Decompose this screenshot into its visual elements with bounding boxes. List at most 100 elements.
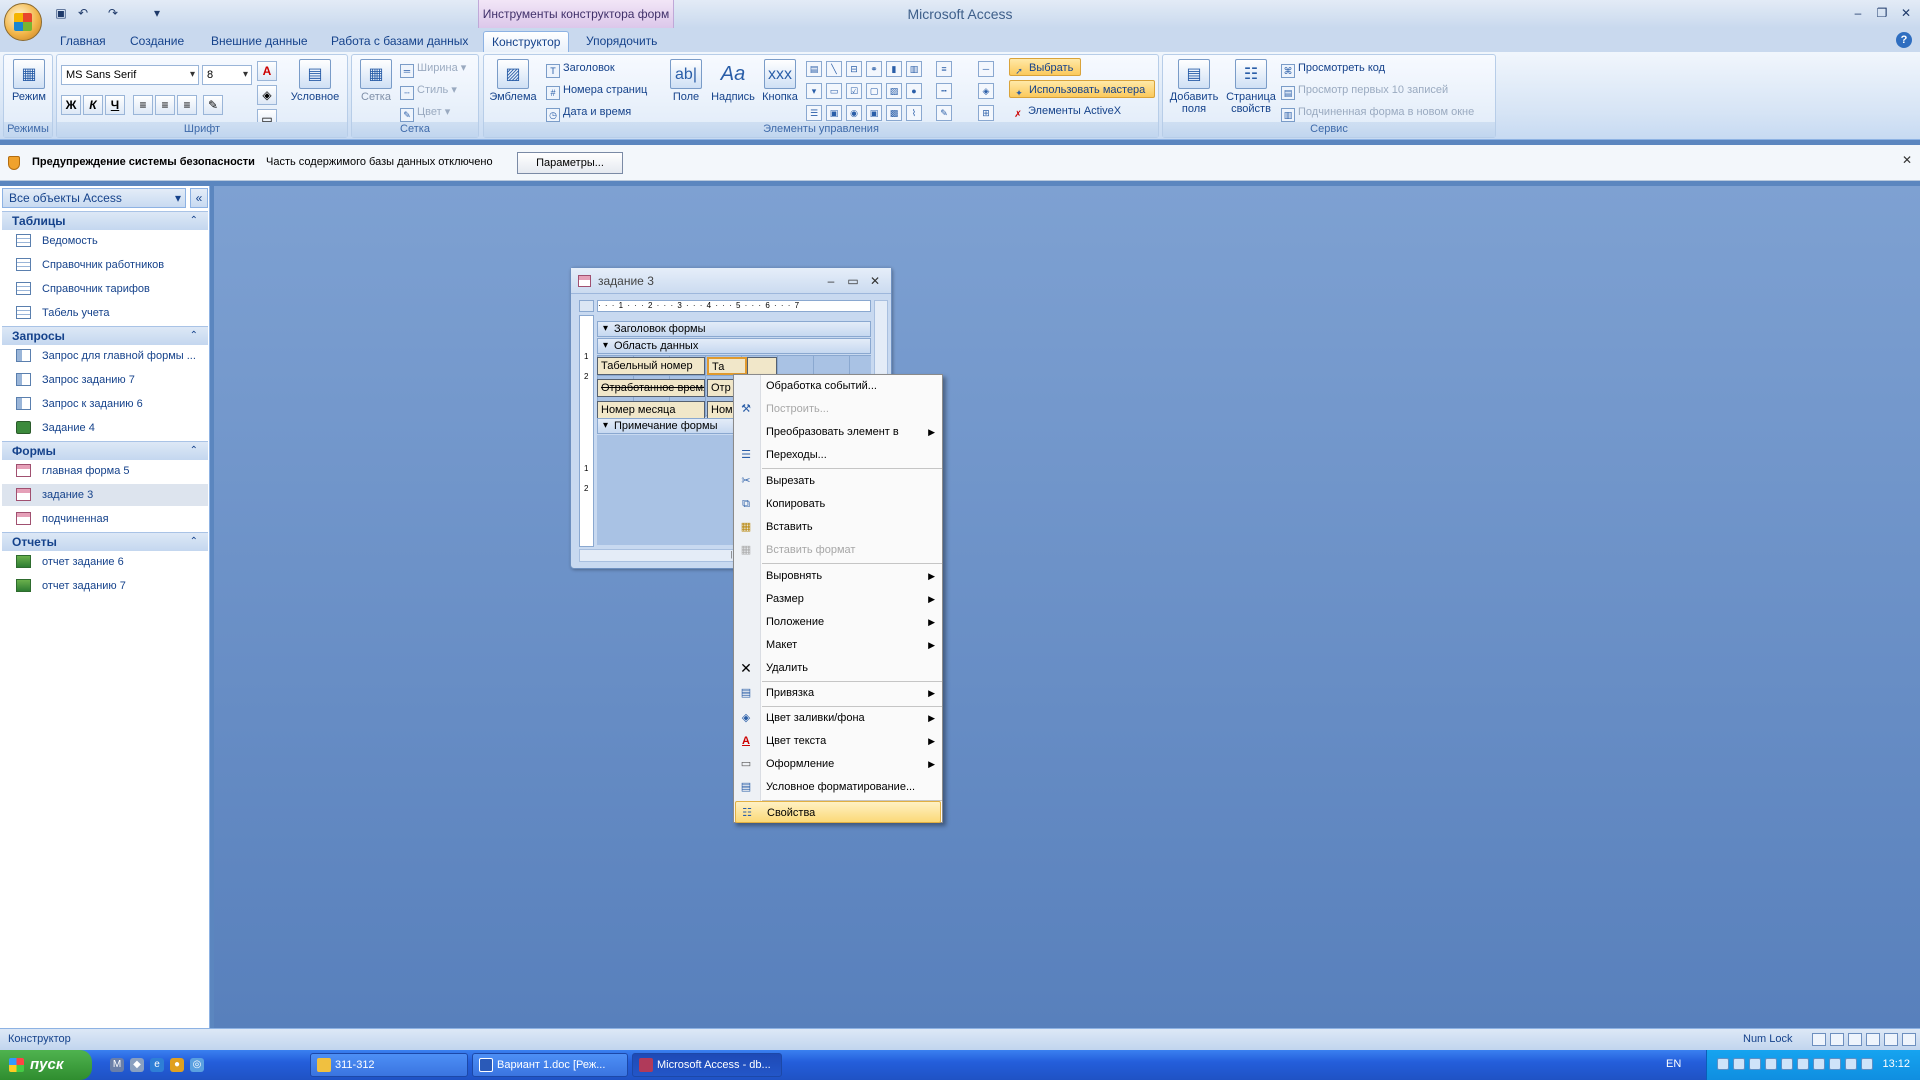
- minimize-icon[interactable]: –: [823, 273, 839, 289]
- tray-icon[interactable]: [1797, 1058, 1809, 1070]
- detail-section[interactable]: Область данных: [597, 338, 871, 354]
- line-thickness-icon[interactable]: ≡: [936, 61, 952, 77]
- nav-group-reports[interactable]: Отчеты ⌃: [2, 532, 208, 551]
- border-icon[interactable]: ─: [978, 61, 994, 77]
- quicklaunch-icon[interactable]: ◆: [130, 1058, 144, 1072]
- pivot-chart-view-icon[interactable]: [1866, 1033, 1880, 1046]
- select-button[interactable]: ➚ Выбрать: [1009, 58, 1081, 76]
- nav-item[interactable]: Справочник работников: [2, 254, 208, 276]
- bold-button[interactable]: Ж: [61, 95, 81, 115]
- option-button-icon[interactable]: ◉: [846, 105, 862, 121]
- menu-item-tab-order[interactable]: ☰ Переходы...: [735, 444, 941, 466]
- security-options-button[interactable]: Параметры...: [517, 152, 623, 174]
- menu-item-copy[interactable]: ⧉ Копировать: [735, 493, 941, 515]
- conditional-format-button[interactable]: ▤ Условное: [285, 57, 345, 121]
- tray-icon[interactable]: [1733, 1058, 1745, 1070]
- menu-item-special-effect[interactable]: ▭ Оформление ▶: [735, 753, 941, 775]
- gridlines-button[interactable]: ▦ Сетка: [356, 57, 396, 121]
- volume-icon[interactable]: [1845, 1058, 1857, 1070]
- subform-new-window-button[interactable]: ▥ Подчиненная форма в новом окне: [1281, 103, 1474, 122]
- activex-button[interactable]: ✗ Элементы ActiveX: [1011, 102, 1121, 120]
- menu-item-size[interactable]: Размер ▶: [735, 588, 941, 610]
- menu-item-align[interactable]: Выровнять ▶: [735, 565, 941, 587]
- align-center-icon[interactable]: ≡: [155, 95, 175, 115]
- textbox-control-extension[interactable]: [747, 357, 777, 375]
- menu-item-events[interactable]: Обработка событий...: [735, 375, 941, 397]
- tab-arrange[interactable]: Упорядочить: [578, 31, 665, 52]
- rectangle-icon[interactable]: ▭: [826, 83, 842, 99]
- format-painter-icon[interactable]: ✎: [203, 95, 223, 115]
- color-button[interactable]: ✎ Цвет ▾: [400, 103, 450, 122]
- logo-button[interactable]: ▨ Эмблема: [488, 57, 538, 121]
- attachment-icon[interactable]: ●: [906, 83, 922, 99]
- italic-button[interactable]: К: [83, 95, 103, 115]
- chart-icon[interactable]: ▮: [886, 61, 902, 77]
- property-sheet-button[interactable]: ☷ Страница свойств: [1223, 57, 1279, 121]
- date-time-button[interactable]: ◷ Дата и время: [546, 103, 631, 122]
- align-right-icon[interactable]: ≡: [177, 95, 197, 115]
- checkbox-icon[interactable]: ☑: [846, 83, 862, 99]
- page-numbers-button[interactable]: # Номера страниц: [546, 81, 647, 100]
- list-box-icon[interactable]: ☰: [806, 105, 822, 121]
- form-window-titlebar[interactable]: задание 3 – ▭ ✕: [571, 268, 891, 294]
- taskbar-item[interactable]: Вариант 1.doc [Реж...: [472, 1053, 628, 1077]
- view-first10-button[interactable]: ▤ Просмотр первых 10 записей: [1281, 81, 1448, 100]
- tab-external-data[interactable]: Внешние данные: [203, 31, 316, 52]
- start-button[interactable]: пуск: [0, 1050, 92, 1080]
- save-icon[interactable]: ▣: [52, 4, 70, 22]
- page-break-icon[interactable]: ⊟: [846, 61, 862, 77]
- command-button[interactable]: xxx Кнопка: [758, 57, 802, 121]
- taskbar-item[interactable]: 311-312: [310, 1053, 468, 1077]
- nav-item[interactable]: главная форма 5: [2, 460, 208, 482]
- nav-item[interactable]: задание 3: [2, 484, 208, 506]
- label-control[interactable]: Отработанное время: [597, 379, 705, 397]
- menu-item-fill-color[interactable]: ◈ Цвет заливки/фона ▶: [735, 707, 941, 729]
- taskbar-item[interactable]: Microsoft Access - db...: [632, 1053, 782, 1077]
- textbox-control[interactable]: Та: [707, 357, 747, 375]
- menu-item-properties[interactable]: ☷ Свойства: [735, 801, 941, 823]
- hyperlink-icon[interactable]: ⚭: [866, 61, 882, 77]
- collapse-pane-icon[interactable]: «: [190, 188, 208, 208]
- font-name-combo[interactable]: MS Sans Serif: [61, 65, 199, 85]
- tab-create[interactable]: Создание: [122, 31, 192, 52]
- menu-item-delete[interactable]: ✕ Удалить: [735, 657, 941, 679]
- nav-item[interactable]: Ведомость: [2, 230, 208, 252]
- form-view-icon[interactable]: [1812, 1033, 1826, 1046]
- tray-icon[interactable]: [1749, 1058, 1761, 1070]
- tab-design[interactable]: Конструктор: [483, 31, 570, 52]
- font-size-combo[interactable]: 8: [202, 65, 252, 85]
- special-effect-icon[interactable]: ◈: [978, 83, 994, 99]
- nav-item[interactable]: Запрос для главной формы ...: [2, 345, 208, 367]
- maximize-icon[interactable]: ❐: [1872, 4, 1892, 22]
- horizontal-ruler[interactable]: · · · 1 · · · 2 · · · 3 · · · 4 · · · 5 …: [597, 300, 871, 312]
- internet-explorer-icon[interactable]: e: [150, 1058, 164, 1072]
- title-button[interactable]: T Заголовок: [546, 59, 615, 78]
- tab-control-icon[interactable]: ▤: [806, 61, 822, 77]
- tray-icon[interactable]: [1765, 1058, 1777, 1070]
- nav-group-tables[interactable]: Таблицы ⌃: [2, 211, 208, 230]
- label-button[interactable]: Aa Надпись: [708, 57, 758, 121]
- style-button[interactable]: ┄ Стиль ▾: [400, 81, 457, 100]
- design-view-icon[interactable]: [1902, 1033, 1916, 1046]
- menu-item-position[interactable]: Положение ▶: [735, 611, 941, 633]
- underline-button[interactable]: Ч: [105, 95, 125, 115]
- align-left-icon[interactable]: ≡: [133, 95, 153, 115]
- help-icon[interactable]: ?: [1896, 32, 1912, 48]
- line-type-icon[interactable]: ┅: [936, 83, 952, 99]
- tab-home[interactable]: Главная: [52, 31, 114, 52]
- width-button[interactable]: ═ Ширина ▾: [400, 59, 466, 78]
- quicklaunch-icon[interactable]: ●: [170, 1058, 184, 1072]
- nav-item[interactable]: Запрос к заданию 6: [2, 393, 208, 415]
- minimize-icon[interactable]: –: [1848, 4, 1868, 22]
- view-code-button[interactable]: ⌘ Просмотреть код: [1281, 59, 1385, 78]
- tab-database-tools[interactable]: Работа с базами данных: [323, 31, 476, 52]
- nav-group-forms[interactable]: Формы ⌃: [2, 441, 208, 460]
- nav-item[interactable]: отчет заданию 7: [2, 575, 208, 597]
- menu-item-anchoring[interactable]: ▤ Привязка ▶: [735, 682, 941, 704]
- nav-pane-header[interactable]: Все объекты Access: [2, 188, 186, 208]
- maximize-icon[interactable]: ▭: [845, 273, 861, 289]
- datasheet-view-icon[interactable]: [1830, 1033, 1844, 1046]
- paperclip-icon[interactable]: ⌇: [906, 105, 922, 121]
- close-icon[interactable]: ✕: [1896, 4, 1916, 22]
- nav-item[interactable]: Справочник тарифов: [2, 278, 208, 300]
